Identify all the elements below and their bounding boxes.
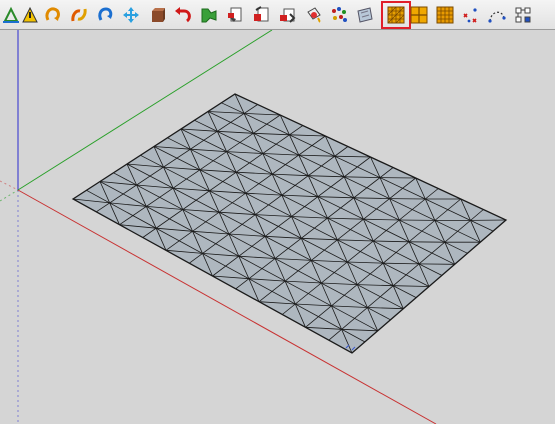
grid-quad-tool-button[interactable] bbox=[408, 3, 430, 27]
red-axis-negative bbox=[0, 180, 19, 191]
scene-canvas[interactable] bbox=[0, 30, 555, 424]
doc-1-tool-button[interactable] bbox=[224, 3, 246, 27]
green-axis-negative bbox=[0, 189, 19, 202]
triangle-tool-button[interactable] bbox=[19, 3, 41, 27]
cluster-dots-icon bbox=[332, 7, 347, 22]
double-curl-icon bbox=[71, 8, 87, 22]
doc-2-tool-button[interactable] bbox=[250, 3, 272, 27]
curl-2-tool-button[interactable] bbox=[68, 3, 90, 27]
scatter-tool-button[interactable] bbox=[460, 3, 482, 27]
undo-tool-button[interactable] bbox=[172, 3, 194, 27]
box-tool-button[interactable] bbox=[146, 3, 168, 27]
quad-grid-icon bbox=[410, 6, 428, 24]
nodes-tool-button[interactable] bbox=[512, 3, 534, 27]
document-arrow-tool-icon bbox=[280, 8, 296, 23]
document-red-tool-icon bbox=[254, 6, 269, 22]
document-tool-icon bbox=[228, 7, 242, 22]
axes-icon bbox=[3, 6, 19, 23]
curl-3-tool-button[interactable] bbox=[94, 3, 116, 27]
texture-map-icon bbox=[357, 7, 373, 23]
arc-points-icon bbox=[488, 11, 506, 23]
orange-grid-icon bbox=[436, 6, 454, 24]
curl-arrow-icon bbox=[45, 7, 60, 21]
texture-tool-button[interactable] bbox=[354, 3, 376, 27]
cluster-tool-button[interactable] bbox=[328, 3, 350, 27]
move-tool-button[interactable] bbox=[120, 3, 142, 27]
box-icon bbox=[152, 8, 165, 22]
scatter-points-icon bbox=[463, 8, 477, 23]
paint-tool-button[interactable] bbox=[302, 3, 324, 27]
triangle-warning-icon bbox=[22, 6, 38, 23]
green-shape-icon bbox=[201, 8, 217, 23]
node-grid-icon bbox=[515, 7, 531, 23]
curl-arrow-alt-icon bbox=[98, 7, 113, 21]
grid-orange-tool-button[interactable] bbox=[434, 3, 456, 27]
paint-bucket-icon bbox=[307, 7, 321, 23]
toolbar bbox=[0, 0, 555, 30]
green-tool-tool-button[interactable] bbox=[198, 3, 220, 27]
curl-1-tool-button[interactable] bbox=[42, 3, 64, 27]
mesh-diagonal-tool-button[interactable] bbox=[381, 1, 411, 29]
doc-3-tool-button[interactable] bbox=[276, 3, 298, 27]
3d-viewport[interactable] bbox=[0, 30, 555, 424]
diagonal-grid-icon bbox=[387, 6, 405, 24]
arc-tool-button[interactable] bbox=[486, 3, 508, 27]
red-undo-arrow-icon bbox=[175, 7, 191, 23]
move-cross-icon bbox=[123, 7, 139, 23]
